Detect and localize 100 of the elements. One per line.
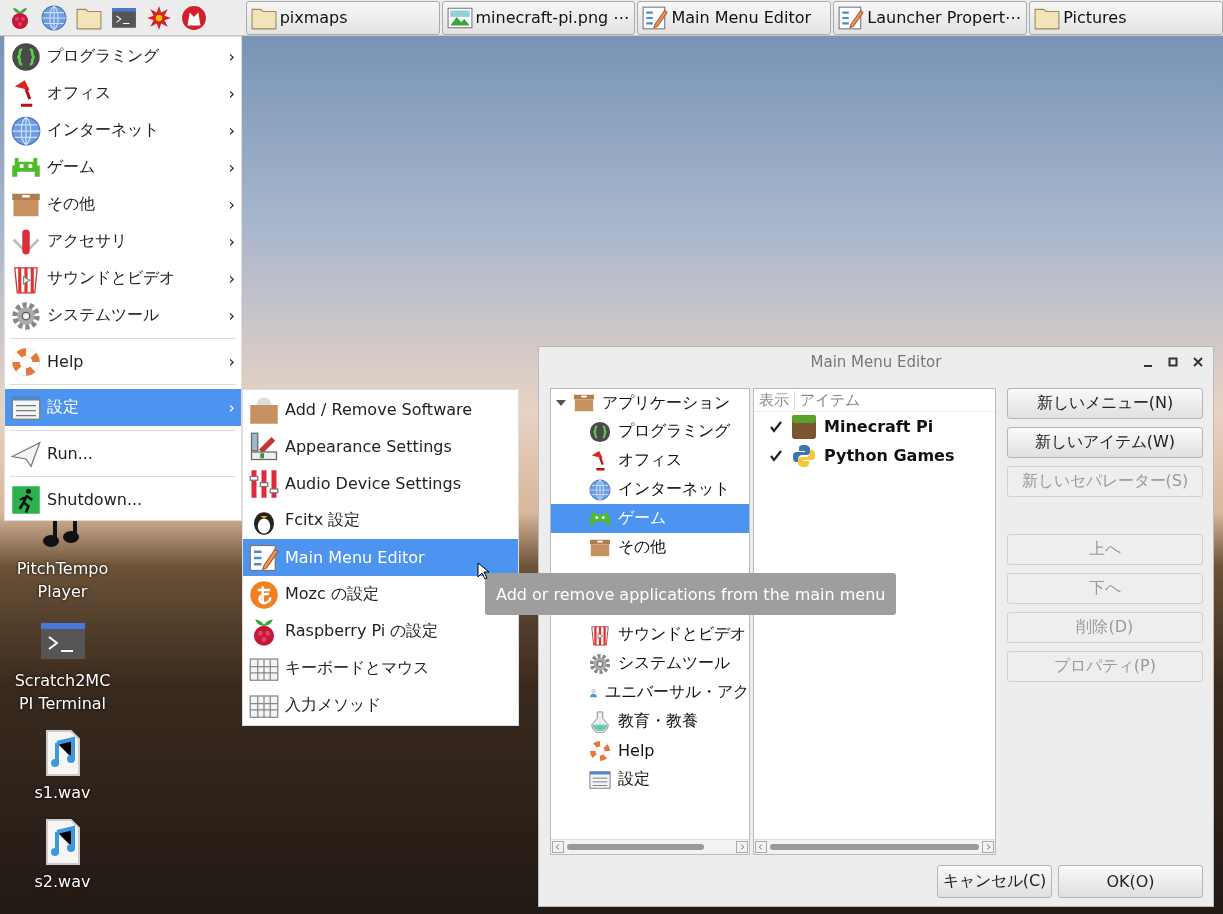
taskbar-window-button[interactable]: Pictures	[1029, 0, 1223, 35]
tree-item[interactable]: ユニバーサル・アク	[551, 678, 749, 707]
editor-icon	[838, 4, 865, 31]
gear-icon	[11, 300, 41, 331]
menu-item[interactable]: Audio Device Settings	[243, 465, 518, 502]
menu-item-label: Add / Remove Software	[285, 400, 473, 419]
menu-item-label: システムツール	[47, 305, 159, 326]
menu-item[interactable]: Raspberry Pi の設定	[243, 613, 518, 650]
globe-icon	[11, 115, 41, 146]
tree-item[interactable]: プログラミング	[551, 417, 749, 446]
list-item-label: Minecraft Pi	[824, 417, 934, 436]
menu-item[interactable]: インターネット ›	[5, 112, 241, 149]
menu-item-label: Mozc の設定	[285, 584, 379, 605]
editor-icon	[642, 4, 669, 31]
submenu-arrow: ›	[228, 47, 235, 66]
scrollbar-thumb[interactable]	[770, 844, 979, 850]
mouse-pointer-icon	[477, 562, 489, 580]
submenu-arrow: ›	[228, 306, 235, 325]
submenu-arrow: ›	[228, 232, 235, 251]
tree-item[interactable]: インターネット	[551, 475, 749, 504]
taskbar-window-button[interactable]: minecraft-pi.png ⋯	[441, 0, 636, 35]
list-item-label: Python Games	[824, 446, 955, 465]
menu-item[interactable]: アクセサリ ›	[5, 223, 241, 260]
action-button[interactable]: 新しいアイテム(W)	[1006, 427, 1203, 458]
menu-item[interactable]: Run...	[5, 435, 241, 472]
menu-item-label: Help	[47, 352, 84, 371]
window-title: Main Menu Editor	[810, 353, 942, 371]
scroll-right-icon[interactable]	[736, 841, 748, 853]
desktop-icon-label[interactable]: Scratch2MC PI Terminal	[5, 669, 120, 715]
scroll-right-icon[interactable]	[981, 841, 994, 853]
tree-item[interactable]: オフィス	[551, 446, 749, 475]
menu-item[interactable]: Fcitx 設定	[243, 502, 518, 539]
braces-icon	[589, 420, 611, 443]
menu-item-label: その他	[47, 194, 95, 215]
menu-item[interactable]: プログラミング ›	[5, 38, 241, 75]
popcorn-icon	[589, 623, 611, 646]
box-icon	[573, 392, 595, 414]
menu-item-label: 入力メソッド	[285, 695, 381, 716]
menu-item-label: オフィス	[47, 83, 111, 104]
editor-icon	[249, 542, 279, 573]
mixer-icon	[249, 468, 279, 499]
taskbar-window-button[interactable]: Launcher Propert⋯	[833, 0, 1028, 35]
expander-icon[interactable]	[556, 398, 566, 408]
tree-item[interactable]: その他	[551, 533, 749, 562]
flask-icon	[589, 710, 611, 733]
tree-item[interactable]: 教育・教養	[551, 707, 749, 736]
desktop-icon-label[interactable]: s2.wav	[5, 870, 120, 893]
tree-item[interactable]: システムツール	[551, 649, 749, 678]
menu-item[interactable]: Appearance Settings	[243, 428, 518, 465]
taskbar-window-button[interactable]: Main Menu Editor	[637, 0, 832, 35]
action-button[interactable]: 新しいメニュー(N)	[1006, 388, 1203, 419]
palette-icon	[249, 431, 279, 462]
scroll-left-icon[interactable]	[755, 841, 767, 853]
tree-item[interactable]: Help	[551, 736, 749, 765]
close-icon[interactable]	[1193, 357, 1203, 367]
menu-item-label: Audio Device Settings	[285, 474, 461, 493]
menu-item[interactable]: その他 ›	[5, 186, 241, 223]
menu-item-label: プログラミング	[47, 46, 159, 67]
menu-item[interactable]: Add / Remove Software	[243, 391, 518, 428]
maximize-icon[interactable]	[1168, 357, 1178, 367]
submenu-arrow: ›	[228, 84, 235, 103]
desktop-icon-label[interactable]: s1.wav	[5, 781, 120, 804]
dialog-button[interactable]: OK(O)	[1058, 865, 1203, 898]
menu-item-label: キーボードとマウス	[285, 658, 429, 679]
menu-item[interactable]: Shutdown...	[5, 481, 241, 518]
braces-icon	[11, 41, 41, 72]
submenu-arrow: ›	[228, 269, 235, 288]
menu-item[interactable]: オフィス ›	[5, 75, 241, 112]
menu-item[interactable]: サウンドとビデオ ›	[5, 260, 241, 297]
menu-item-label: インターネット	[47, 120, 159, 141]
submenu-arrow: ›	[228, 158, 235, 177]
menu-item[interactable]: 入力メソッド	[243, 687, 518, 724]
column-header[interactable]: アイテム	[795, 390, 865, 410]
scrollbar-thumb[interactable]	[567, 844, 705, 850]
desktop-icon-label[interactable]: PitchTempo Player	[5, 557, 120, 603]
menu-item-label: Raspberry Pi の設定	[285, 621, 439, 642]
tree-item[interactable]: アプリケーション	[551, 389, 749, 417]
column-header[interactable]: 表示	[754, 390, 795, 410]
tooltip: Add or remove applications from the main menu	[485, 573, 897, 615]
tree-item[interactable]: 設定	[551, 765, 749, 794]
menu-item[interactable]: キーボードとマウス	[243, 650, 518, 687]
horizontal-scrollbar[interactable]	[551, 839, 749, 854]
tree-item[interactable]: サウンドとビデオ	[551, 620, 749, 649]
grass-block-icon	[792, 414, 816, 439]
hiragana-icon	[249, 579, 279, 610]
menu-item-label: Main Menu Editor	[285, 548, 425, 567]
submenu-arrow: ›	[228, 352, 235, 371]
menu-item-label: Fcitx 設定	[285, 510, 361, 531]
python-icon	[792, 443, 816, 468]
menu-item-label: ゲーム	[47, 157, 95, 178]
scroll-left-icon[interactable]	[552, 841, 564, 853]
menu-item[interactable]: システムツール ›	[5, 297, 241, 334]
running-man-icon	[11, 484, 41, 515]
dialog-button[interactable]: キャンセル(C)	[937, 865, 1052, 898]
menu-item[interactable]: Help ›	[5, 343, 241, 380]
horizontal-scrollbar[interactable]	[754, 839, 995, 854]
submenu-arrow: ›	[228, 121, 235, 140]
menu-item[interactable]: ゲーム ›	[5, 149, 241, 186]
menu-item-label: Run...	[47, 444, 93, 463]
taskbar-window-button[interactable]: pixmaps	[245, 0, 440, 35]
